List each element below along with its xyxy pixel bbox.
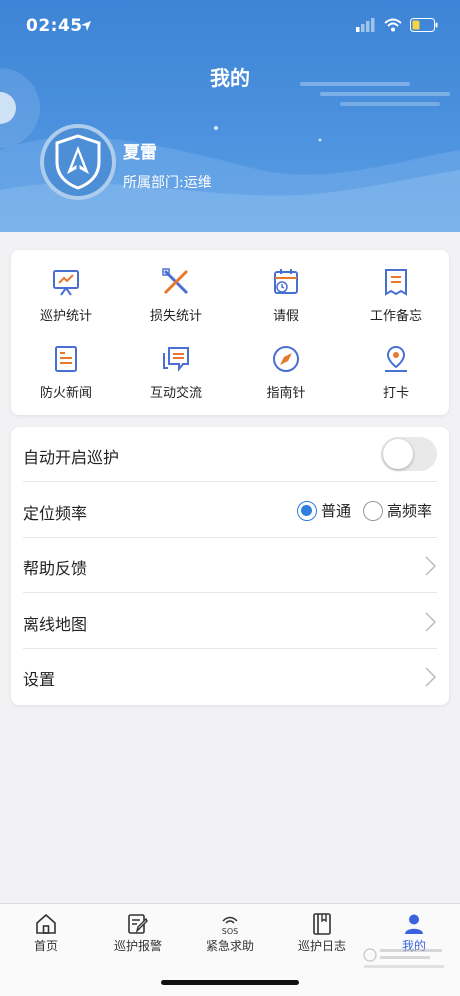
auto-patrol-row: 自动开启巡护 <box>23 427 437 482</box>
grid-item-interaction[interactable]: 互动交流 <box>121 344 231 414</box>
edit-report-icon <box>128 914 148 934</box>
auto-patrol-toggle[interactable] <box>381 437 437 471</box>
page-title: 我的 <box>210 66 250 90</box>
feature-grid: 巡护统计 损失统计 请假 工作备忘 防火新闻 互动交流 指南针 打卡 <box>11 250 449 415</box>
chevron-right-icon <box>425 667 437 687</box>
avatar[interactable] <box>40 124 116 200</box>
book-icon <box>313 913 331 935</box>
settings-list: 自动开启巡护 定位频率 普通 高频率 帮助反馈 离线地图 设置 <box>11 427 449 705</box>
grid-item-patrol-stats[interactable]: 巡护统计 <box>11 267 121 337</box>
grid-item-checkin[interactable]: 打卡 <box>341 344 451 414</box>
help-feedback-row[interactable]: 帮助反馈 <box>23 538 437 593</box>
offline-map-row[interactable]: 离线地图 <box>23 594 437 649</box>
chevron-right-icon <box>425 612 437 632</box>
shield-tree-logo-icon <box>55 134 101 190</box>
status-time: 02:45 <box>26 16 83 36</box>
tab-patrol-log[interactable]: 巡护日志 <box>276 912 368 954</box>
tab-label: 首页 <box>33 939 58 953</box>
cross-tools-icon <box>162 268 189 295</box>
home-icon <box>36 913 56 934</box>
radio-normal[interactable]: 普通 <box>297 500 351 521</box>
radio-high-label: 高频率 <box>387 502 433 520</box>
grid-label: 指南针 <box>266 386 306 401</box>
memo-icon <box>385 269 407 296</box>
tab-label: 紧急求助 <box>205 939 254 953</box>
chart-board-icon <box>53 270 79 296</box>
chevron-right-icon <box>425 556 437 576</box>
radio-circle-selected <box>297 500 317 521</box>
grid-label: 互动交流 <box>149 386 202 401</box>
wifi-icon <box>384 18 402 32</box>
offline-map-label: 离线地图 <box>23 615 88 634</box>
tab-label: 巡护报警 <box>113 939 162 953</box>
location-frequency-row: 定位频率 普通 高频率 <box>23 483 437 538</box>
user-name: 夏雷 <box>123 143 157 163</box>
news-icon <box>55 346 77 372</box>
settings-label: 设置 <box>23 670 56 689</box>
radio-high-frequency[interactable]: 高频率 <box>363 500 432 521</box>
toggle-knob <box>383 439 413 469</box>
home-indicator <box>161 980 299 985</box>
status-bar: 02:45 <box>0 14 460 40</box>
grid-label: 损失统计 <box>149 309 202 324</box>
tab-emergency[interactable]: SOS 紧急求助 <box>184 912 276 954</box>
grid-item-memo[interactable]: 工作备忘 <box>341 267 451 337</box>
battery-icon <box>410 18 438 32</box>
profile-header: 02:45 我的 夏雷 所属部门:运维 <box>0 0 460 232</box>
radio-normal-label: 普通 <box>321 502 352 520</box>
user-department: 所属部门:运维 <box>123 175 212 191</box>
tab-label: 巡护日志 <box>297 939 346 953</box>
watermark-logo <box>363 948 444 968</box>
compass-icon <box>273 346 299 372</box>
chat-icon <box>163 347 189 372</box>
grid-item-loss-stats[interactable]: 损失统计 <box>121 267 231 337</box>
help-feedback-label: 帮助反馈 <box>23 559 88 578</box>
calendar-clock-icon <box>274 269 298 294</box>
tab-patrol-alarm[interactable]: 巡护报警 <box>92 912 184 954</box>
grid-item-fire-news[interactable]: 防火新闻 <box>11 344 121 414</box>
grid-label: 防火新闻 <box>39 386 92 401</box>
settings-row[interactable]: 设置 <box>23 649 437 704</box>
grid-label: 打卡 <box>382 386 409 401</box>
grid-item-compass[interactable]: 指南针 <box>231 344 341 414</box>
location-arrow-icon <box>81 21 91 31</box>
grid-item-leave[interactable]: 请假 <box>231 267 341 337</box>
sos-icon: SOS <box>222 916 238 936</box>
location-checkin-icon <box>385 345 407 372</box>
tab-home[interactable]: 首页 <box>0 912 92 954</box>
grid-label: 请假 <box>272 309 299 324</box>
grid-label: 巡护统计 <box>39 309 92 324</box>
auto-patrol-label: 自动开启巡护 <box>23 448 120 467</box>
signal-icon <box>356 18 375 32</box>
user-icon <box>405 914 423 934</box>
location-frequency-label: 定位频率 <box>23 504 88 523</box>
radio-circle <box>363 500 383 521</box>
sos-text: SOS <box>222 927 238 936</box>
grid-label: 工作备忘 <box>369 309 422 324</box>
